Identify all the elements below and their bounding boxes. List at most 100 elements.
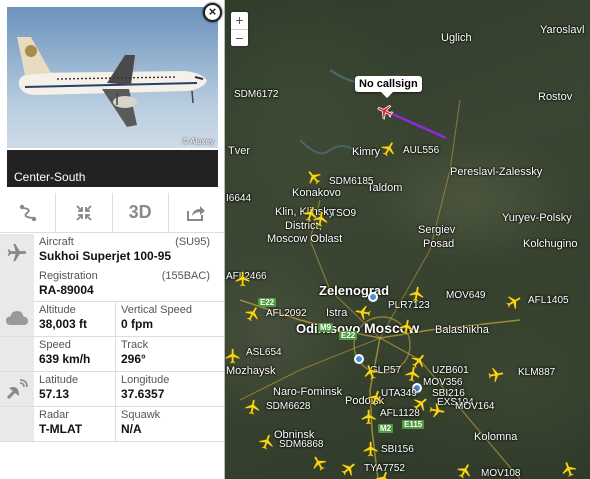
aircraft-marker-icon[interactable]	[234, 270, 252, 288]
aircraft-marker-icon[interactable]	[310, 454, 328, 472]
aircraft-marker-icon[interactable]	[505, 293, 523, 311]
callsign-label[interactable]: SDM6868	[279, 439, 323, 450]
place-label: Pereslavl-Zalessky	[450, 166, 543, 178]
aircraft-value: Sukhoi Superjet 100-95	[39, 249, 172, 263]
place-label: Naro-Fominsk	[273, 386, 343, 398]
3d-view-button[interactable]: 3D	[111, 193, 168, 232]
place-label: Istra	[326, 307, 348, 319]
aircraft-marker-icon[interactable]	[375, 470, 393, 479]
aircraft-marker-icon[interactable]	[312, 210, 330, 228]
side-bar	[0, 407, 34, 441]
collapse-button[interactable]	[55, 193, 111, 232]
flight-info-panel: © Alexey × Center-South 3D Aircraft Sukh…	[0, 0, 225, 479]
aircraft-marker-icon[interactable]	[428, 402, 446, 420]
route-button[interactable]	[0, 193, 55, 232]
aircraft-marker-icon[interactable]	[258, 433, 276, 451]
callsign-label[interactable]: MOV356	[423, 377, 462, 388]
place-label: Uglich	[441, 32, 472, 44]
altitude-cell: Altitude 38,003 ft	[39, 304, 87, 331]
place-label: Mozhaysk	[226, 365, 276, 377]
callsign-label[interactable]: SBI156	[381, 444, 414, 455]
latitude-cell: Latitude 57.13	[39, 374, 78, 401]
aircraft-photo-image	[17, 37, 208, 127]
aircraft-marker-icon[interactable]	[367, 389, 385, 407]
latitude-label: Latitude	[39, 374, 79, 386]
callsign-label[interactable]: SDM6185	[329, 176, 373, 187]
position-row: Latitude 57.13 Longitude 37.6357	[0, 372, 224, 407]
aircraft-marker-icon[interactable]	[380, 140, 398, 158]
callsign-label[interactable]: KLM887	[518, 367, 555, 378]
altitude-row: Altitude 38,003 ft Vertical Speed 0 fpm	[0, 302, 224, 337]
callsign-label[interactable]: MOV108	[481, 468, 520, 479]
callsign-label[interactable]: AFL1405	[528, 295, 569, 306]
squawk-cell: Squawk N/A	[121, 409, 160, 436]
no-callsign-tooltip: No callsign	[355, 76, 422, 98]
aircraft-marker-icon[interactable]	[410, 352, 428, 370]
zoom-control: + −	[231, 12, 248, 46]
speed-row: Speed 639 km/h Track 296°	[0, 337, 224, 372]
route-label: Center-South	[7, 150, 218, 187]
share-button[interactable]	[167, 193, 224, 232]
aircraft-code: (SU95)	[175, 236, 210, 248]
aircraft-label: Aircraft	[39, 236, 74, 248]
divider	[115, 302, 116, 336]
radar-value: T-MLAT	[39, 422, 83, 436]
place-label: Yuryev-Polsky	[502, 212, 572, 224]
side-bar	[0, 337, 34, 371]
aircraft-photo[interactable]: © Alexey	[7, 7, 218, 148]
longitude-cell: Longitude 37.6357	[121, 374, 169, 401]
aircraft-marker-icon[interactable]	[487, 366, 505, 384]
aircraft-marker-icon[interactable]	[408, 285, 426, 303]
place-label: Kolomna	[474, 431, 518, 443]
callsign-label[interactable]: SDM6172	[234, 89, 278, 100]
callsign-label[interactable]: SDM6628	[266, 401, 310, 412]
share-icon	[187, 205, 206, 221]
road-shield: E22	[339, 331, 358, 340]
aircraft-marker-icon[interactable]	[340, 460, 358, 478]
aircraft-marker-icon[interactable]	[244, 398, 262, 416]
speed-label: Speed	[39, 339, 71, 351]
callsign-label[interactable]: I6644	[226, 193, 251, 204]
airport-marker[interactable]	[368, 292, 378, 302]
aircraft-marker-icon[interactable]	[360, 408, 378, 426]
callsign-label[interactable]: UZB601	[432, 365, 469, 376]
latitude-value: 57.13	[39, 387, 70, 401]
cloud-icon	[0, 309, 34, 332]
place-label: Zelenograd	[319, 283, 390, 298]
aircraft-marker-icon[interactable]	[244, 305, 262, 323]
divider	[115, 407, 116, 441]
divider	[115, 372, 116, 406]
radar-cell: Radar T-MLAT	[39, 409, 82, 436]
aircraft-marker-icon[interactable]	[224, 347, 242, 365]
aircraft-marker-icon[interactable]	[456, 462, 474, 479]
aircraft-marker-icon[interactable]	[362, 440, 380, 458]
registration-code: (155BAC)	[161, 270, 210, 282]
callsign-label[interactable]: MOV164	[455, 401, 494, 412]
close-button[interactable]: ×	[203, 3, 222, 22]
place-label: Moscow Oblast	[267, 233, 343, 245]
aircraft-marker-icon[interactable]	[354, 303, 372, 321]
route-icon	[19, 204, 36, 221]
callsign-label[interactable]: ASL654	[246, 347, 282, 358]
callsign-label[interactable]: AUL556	[403, 145, 439, 156]
zoom-out-button[interactable]: −	[231, 29, 248, 46]
callsign-label[interactable]: AFL2092	[266, 308, 307, 319]
zoom-in-button[interactable]: +	[231, 12, 248, 29]
photo-credit: © Alexey	[182, 137, 214, 146]
place-label: Sergiev	[418, 224, 456, 236]
aircraft-marker-icon[interactable]	[305, 168, 323, 186]
registration-value: RA-89004	[39, 283, 94, 297]
selected-plane-icon[interactable]	[376, 102, 394, 120]
track-value: 296°	[121, 352, 146, 366]
vspeed-cell: Vertical Speed 0 fpm	[121, 304, 192, 331]
flight-details: Aircraft Sukhoi Superjet 100-95 (SU95) R…	[0, 234, 224, 442]
callsign-label[interactable]: TSO9	[330, 208, 356, 219]
radar-icon	[0, 378, 34, 407]
speed-cell: Speed 639 km/h	[39, 339, 90, 366]
aircraft-marker-icon[interactable]	[560, 460, 578, 478]
aircraft-marker-icon[interactable]	[362, 363, 380, 381]
speed-value: 639 km/h	[39, 352, 91, 366]
radar-row: Radar T-MLAT Squawk N/A	[0, 407, 224, 442]
callsign-label[interactable]: MOV649	[446, 290, 485, 301]
aircraft-marker-icon[interactable]	[398, 318, 416, 336]
